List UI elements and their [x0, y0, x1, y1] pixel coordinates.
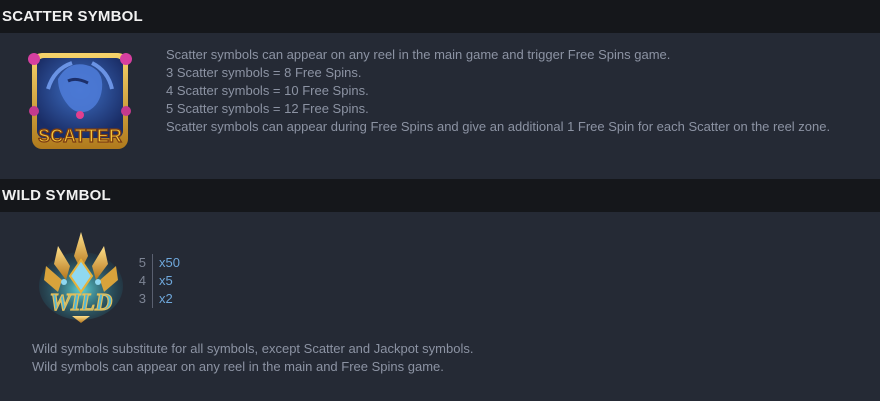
scatter-line-5: Scatter symbols can appear during Free S… — [166, 119, 831, 134]
scatter-description: Scatter symbols can appear on any reel i… — [166, 46, 856, 136]
scatter-line-4: 5 Scatter symbols = 12 Free Spins. — [166, 101, 369, 116]
paytable-count: 5 — [138, 255, 146, 270]
wild-section-body: WILD 5 x50 4 x5 3 x2 Wild symbols substi… — [0, 212, 880, 400]
wild-symbol-icon: WILD — [39, 232, 123, 323]
paytable-count: 4 — [138, 273, 146, 288]
paytable-row: 3 x2 — [134, 290, 180, 308]
paytable-divider — [152, 254, 153, 272]
scatter-section-header: SCATTER SYMBOL — [0, 0, 880, 33]
paytable-count: 3 — [138, 291, 146, 306]
wild-line-1: Wild symbols substitute for all symbols,… — [32, 341, 474, 356]
wild-paytable: 5 x50 4 x5 3 x2 — [134, 254, 180, 308]
scatter-section-title: SCATTER SYMBOL — [2, 8, 143, 25]
wild-description: Wild symbols substitute for all symbols,… — [32, 340, 473, 376]
paytable-divider — [152, 272, 153, 290]
scatter-line-2: 3 Scatter symbols = 8 Free Spins. — [166, 65, 362, 80]
scatter-symbol-icon: SCATTER — [28, 53, 132, 149]
paytable-multiplier: x2 — [159, 291, 173, 306]
wild-icon-label: WILD — [50, 290, 113, 316]
paytable-multiplier: x50 — [159, 255, 180, 270]
paytable-multiplier: x5 — [159, 273, 173, 288]
scatter-line-3: 4 Scatter symbols = 10 Free Spins. — [166, 83, 369, 98]
wild-section-header: WILD SYMBOL — [0, 179, 880, 212]
scatter-icon-label: SCATTER — [38, 126, 122, 146]
paytable-row: 5 x50 — [134, 254, 180, 272]
paytable-row: 4 x5 — [134, 272, 180, 290]
wild-line-2: Wild symbols can appear on any reel in t… — [32, 359, 444, 374]
scatter-line-1: Scatter symbols can appear on any reel i… — [166, 47, 671, 62]
paytable-divider — [152, 290, 153, 308]
scatter-section-body: SCATTER Scatter symbols can appear on an… — [0, 33, 880, 179]
wild-section-title: WILD SYMBOL — [2, 187, 111, 204]
